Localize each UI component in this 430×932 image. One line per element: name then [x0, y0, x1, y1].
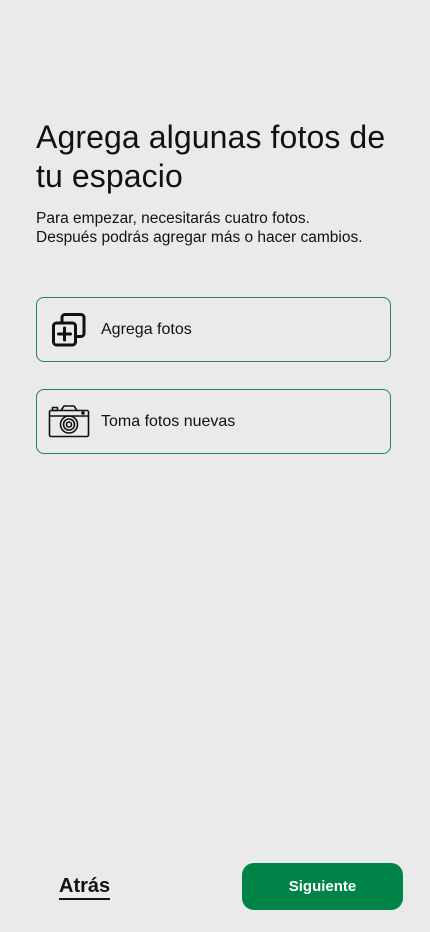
take-photos-option[interactable]: Toma fotos nuevas: [36, 389, 391, 454]
add-photos-label: Agrega fotos: [101, 320, 192, 338]
add-photos-option[interactable]: Agrega fotos: [36, 297, 391, 362]
subtitle-line-2: Después podrás agregar más o hacer cambi…: [36, 229, 363, 246]
subtitle-line-1: Para empezar, necesitarás cuatro fotos.: [36, 210, 310, 227]
back-link[interactable]: Atrás: [59, 875, 111, 900]
add-photos-icon: [37, 298, 101, 361]
take-photos-label: Toma fotos nuevas: [101, 412, 236, 430]
camera-icon: [37, 390, 101, 453]
next-button[interactable]: Siguiente: [242, 863, 403, 910]
page-title: Agrega algunas fotos de tu espacio: [36, 119, 386, 194]
page-subtitle: Para empezar, necesitarás cuatro fotos. …: [36, 209, 406, 247]
